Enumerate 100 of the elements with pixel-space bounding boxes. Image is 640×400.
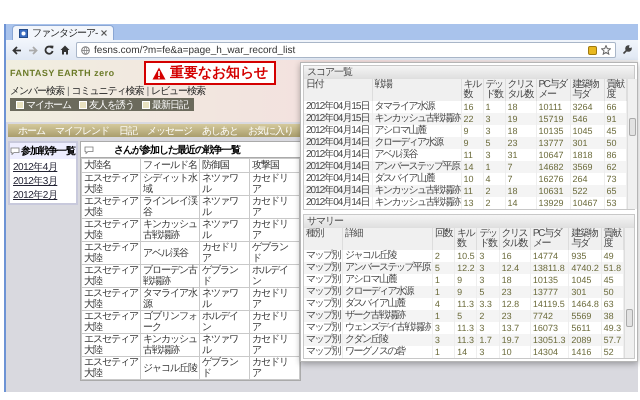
column-header[interactable]: デッド数 xyxy=(483,79,505,101)
table-cell: ゲブランド xyxy=(200,356,250,380)
table-cell: 65 xyxy=(604,185,626,197)
column-header[interactable]: デッド数 xyxy=(476,228,500,250)
table-cell: エスセティア大陸 xyxy=(82,264,141,288)
month-link[interactable]: 2012年2月 xyxy=(13,188,73,202)
table-cell: 3 xyxy=(476,262,500,274)
table-cell: 23 xyxy=(499,286,530,298)
column-header[interactable]: クリスタル数 xyxy=(505,79,536,101)
close-icon[interactable] xyxy=(101,30,108,36)
table-cell: エスセティア大陸 xyxy=(82,196,141,218)
table-cell: 301 xyxy=(570,137,604,149)
site-logo[interactable]: FANTASY EARTH zero xyxy=(10,68,136,78)
tab-title: ファンタジーア- xyxy=(32,27,98,40)
address-bar[interactable]: fesns.com/?m=fe&a=page_h_war_record_list xyxy=(76,42,616,58)
url-text: fesns.com/?m=fe&a=page_h_war_record_list xyxy=(94,44,296,56)
wrench-icon[interactable] xyxy=(622,45,632,55)
column-header[interactable]: 戦場 xyxy=(372,79,461,101)
section-title: サマリー xyxy=(304,215,634,228)
table-cell: ジャコル丘陵 xyxy=(140,356,200,380)
column-header[interactable]: 回数 xyxy=(432,228,455,250)
table-cell: マップ別 xyxy=(304,334,342,346)
table-cell: 10 xyxy=(499,346,530,358)
quick-link[interactable]: 最新日記 xyxy=(142,98,188,112)
table-cell: 1 xyxy=(483,161,505,173)
reload-icon[interactable] xyxy=(44,45,54,55)
column-header[interactable]: 種別 xyxy=(304,228,342,250)
table-cell: アンバーステップ平原 xyxy=(342,262,432,274)
column-header[interactable]: 貢献度 xyxy=(604,79,626,101)
quick-link[interactable]: マイホーム xyxy=(16,98,71,112)
table-cell: キンカッシュ古戦場跡 xyxy=(372,185,461,197)
column-header[interactable]: 貢献度 xyxy=(601,228,624,250)
month-link[interactable]: 2012年4月 xyxy=(13,160,73,174)
table-cell: キンカッシュ古戦場跡 xyxy=(372,197,461,209)
extension-icon[interactable] xyxy=(588,46,597,54)
table-cell: ラインレイ渓谷 xyxy=(140,196,200,218)
notice-banner[interactable]: 重要なお知らせ xyxy=(144,61,276,85)
month-link[interactable]: 2012年3月 xyxy=(13,174,73,188)
quick-link[interactable]: 友人を誘う xyxy=(79,98,134,112)
back-icon[interactable] xyxy=(12,46,22,54)
table-cell: ワーグノスの砦 xyxy=(342,346,432,358)
table-cell: 2 xyxy=(476,310,500,322)
table-cell: 14 xyxy=(461,161,483,173)
table-cell: マップ別 xyxy=(304,262,342,274)
page-icon xyxy=(19,28,28,38)
table-cell: タマライア水源 xyxy=(140,288,200,310)
table-cell: キンカッシュ古戦場跡 xyxy=(140,334,200,356)
sidebar-title: 参加戦争一覧 xyxy=(21,144,75,158)
scrollbar[interactable] xyxy=(626,79,636,209)
table-cell: 3 xyxy=(483,113,505,125)
table-cell: 91 xyxy=(604,113,626,125)
home-icon[interactable] xyxy=(60,45,70,55)
column-header[interactable]: キル数 xyxy=(461,79,483,101)
table-cell: ゴブリンフォーク xyxy=(140,310,200,334)
table-cell: 3569 xyxy=(570,161,604,173)
search-link[interactable]: コミュニティ検索 xyxy=(72,84,144,98)
table-cell: 11 xyxy=(461,185,483,197)
separator-text: | xyxy=(146,86,148,96)
star-icon[interactable] xyxy=(601,45,611,55)
table-cell: 14682 xyxy=(536,161,570,173)
table-cell: 13777 xyxy=(536,137,570,149)
search-link[interactable]: メンバー検索 xyxy=(10,84,64,98)
column-header[interactable]: 建築物与ダ xyxy=(568,228,602,250)
table-cell: キンカッシュ古戦場跡 xyxy=(140,218,200,242)
table-cell: 51.8 xyxy=(601,262,624,274)
column-header[interactable]: PC与ダメー xyxy=(530,228,569,250)
table-cell: 10631 xyxy=(536,185,570,197)
table-cell: 53 xyxy=(604,197,626,209)
warning-icon xyxy=(152,66,166,80)
table-cell: ネツァワル xyxy=(200,218,250,242)
table-cell: エスセティア大陸 xyxy=(82,356,141,380)
column-header[interactable]: 詳細 xyxy=(342,228,432,250)
column-header[interactable]: キル数 xyxy=(454,228,477,250)
table-cell: キンカッシュ古戦場跡 xyxy=(372,113,461,125)
table-cell: 1 xyxy=(432,310,455,322)
table-cell: 2012年04月14日 xyxy=(304,161,372,173)
globe-icon xyxy=(81,46,90,54)
scrollbar[interactable] xyxy=(624,228,634,358)
table-cell: 5 xyxy=(476,286,500,298)
table-cell: 22 xyxy=(461,113,483,125)
column-header[interactable]: クリスタル数 xyxy=(499,228,530,250)
square-icon xyxy=(142,100,150,108)
table-cell: 18 xyxy=(505,185,536,197)
table-cell: 19.7 xyxy=(499,334,530,346)
table-cell: マップ別 xyxy=(304,286,342,298)
column-header[interactable]: 日付 xyxy=(304,79,372,101)
browser-tab[interactable]: ファンタジーア- xyxy=(12,25,114,40)
table-cell: 15719 xyxy=(536,113,570,125)
table-cell: 23 xyxy=(499,310,530,322)
table-cell: 19 xyxy=(505,113,536,125)
table-cell: 5 xyxy=(432,262,455,274)
table-cell: 38 xyxy=(601,310,624,322)
table-cell: エスセティア大陸 xyxy=(82,334,141,356)
search-link[interactable]: レビュー検索 xyxy=(151,84,206,98)
square-icon xyxy=(79,100,87,108)
table-cell: 2012年04月14日 xyxy=(304,185,372,197)
table-cell: 23 xyxy=(505,137,536,149)
column-header[interactable]: PC与ダメー xyxy=(536,79,570,101)
table-cell: 14 xyxy=(454,346,477,358)
column-header[interactable]: 建築物与ダ xyxy=(570,79,604,101)
